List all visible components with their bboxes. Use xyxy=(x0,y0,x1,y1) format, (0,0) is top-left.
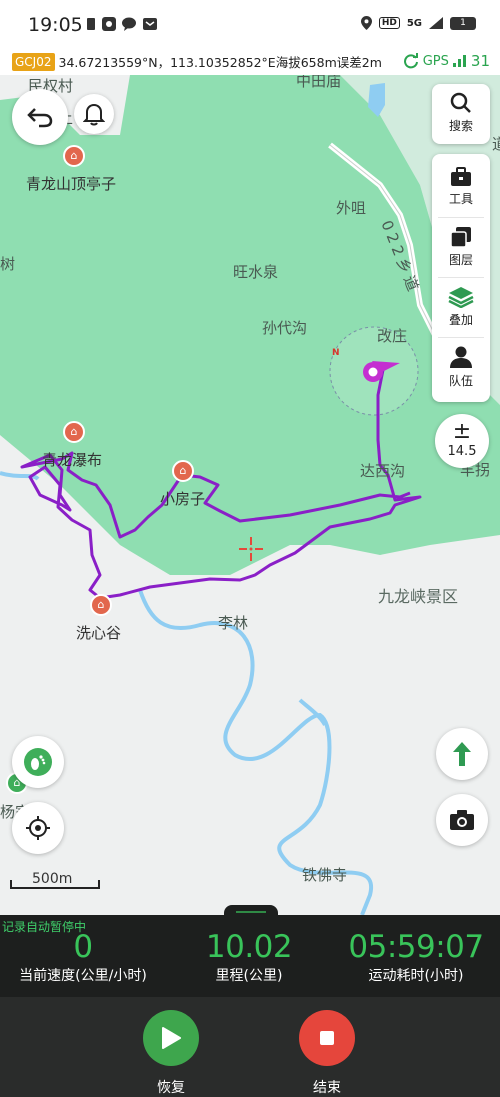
footprint-icon xyxy=(24,748,52,776)
notification-button[interactable] xyxy=(74,94,114,134)
finish-label: 结束 xyxy=(313,1080,341,1096)
signal-icon xyxy=(429,17,443,29)
layers-label: 图层 xyxy=(448,253,473,267)
arrow-up-icon xyxy=(453,742,471,766)
layers-icon xyxy=(450,227,471,248)
satellite-count: 31 xyxy=(470,52,490,70)
distance-value: 10.02 xyxy=(205,929,293,965)
duration-label: 运动耗时(小时) xyxy=(368,968,464,984)
label-qinglongpubu: 青龙瀑布 xyxy=(42,451,103,469)
label-dazhougou: 达西沟 xyxy=(360,462,406,480)
gps-signal-icon xyxy=(452,55,466,67)
speed-value: 0 xyxy=(73,929,93,965)
tools-label: 工具 xyxy=(448,192,473,206)
svg-text:N: N xyxy=(332,348,340,358)
label-zhongdian: 中田庙 xyxy=(296,75,342,90)
speed-stat: 0 当前速度(公里/小时) xyxy=(0,929,166,985)
app-notification-icon xyxy=(102,17,116,31)
toolbox-icon xyxy=(451,167,471,186)
back-button[interactable] xyxy=(12,89,68,145)
bell-icon xyxy=(83,103,105,126)
gps-coordinates: 34.67213559°N，113.10352852°E海拔658m误差2m xyxy=(58,55,382,70)
label-shu: 树 xyxy=(0,255,16,273)
locate-icon xyxy=(26,816,50,840)
gps-status: GPS 31 xyxy=(403,52,490,70)
sim-icon xyxy=(87,18,95,30)
label-qinglongshan: 青龙山顶亭子 xyxy=(26,175,117,193)
network-label: 5G xyxy=(406,17,422,29)
zoom-level-button[interactable]: ± 14.5 xyxy=(435,414,489,468)
team-button[interactable]: 队伍 xyxy=(432,338,490,396)
label-waiju: 外咀 xyxy=(336,199,367,217)
duration-stat: 05:59:07 运动耗时(小时) xyxy=(332,929,500,985)
distance-label: 里程(公里) xyxy=(215,968,283,984)
search-button[interactable]: 搜索 xyxy=(432,84,490,142)
label-lilin: 李林 xyxy=(218,614,249,632)
overlay-stack-icon xyxy=(448,287,474,308)
zoom-level: 14.5 xyxy=(447,444,477,459)
label-xiaofangzi: 小房子 xyxy=(160,490,206,508)
coord-system-tag: GCJ02 xyxy=(12,52,55,71)
record-controls: 恢复 结束 xyxy=(0,997,500,1097)
search-panel[interactable]: 搜索 xyxy=(432,84,490,144)
team-label: 队伍 xyxy=(448,374,473,388)
camera-button[interactable] xyxy=(436,794,488,846)
label-xixingu: 洗心谷 xyxy=(76,624,122,642)
house-poi-icon[interactable]: ⌂ xyxy=(172,460,194,482)
label-sundaigou: 孙代沟 xyxy=(262,319,308,337)
label-jiulongxia: 九龙峡景区 xyxy=(378,587,459,606)
gps-info-bar: GCJ02 34.67213559°N，113.10352852°E海拔658m… xyxy=(0,48,500,75)
waterfall-poi-icon[interactable]: ⌂ xyxy=(63,421,85,443)
footprint-button[interactable] xyxy=(12,736,64,788)
label-gaizhuang: 改庄 xyxy=(377,327,408,345)
stats-panel: 记录自动暂停中 0 当前速度(公里/小时) 10.02 里程(公里) 05:59… xyxy=(0,915,500,997)
team-icon xyxy=(450,346,472,368)
tools-button[interactable]: 工具 xyxy=(432,158,490,216)
stop-icon xyxy=(320,1031,334,1045)
location-icon xyxy=(360,16,372,30)
chat-icon xyxy=(122,17,136,31)
tool-panel: 工具 图层 叠加 队伍 xyxy=(432,154,490,402)
scale-label: 500m xyxy=(32,871,73,887)
status-right: HD 5G 1 xyxy=(360,16,476,30)
overlay-button[interactable]: 叠加 xyxy=(432,278,490,336)
label-tiefosi: 铁佛寺 xyxy=(302,866,348,884)
camera-icon xyxy=(450,810,474,830)
mail-icon xyxy=(143,18,157,30)
overlay-label: 叠加 xyxy=(448,313,473,327)
current-location-icon xyxy=(363,361,400,382)
resume-button[interactable] xyxy=(143,1010,199,1066)
layers-button[interactable]: 图层 xyxy=(432,218,490,276)
label-dao: 道 xyxy=(492,135,500,153)
undo-icon xyxy=(27,108,53,128)
search-label: 搜索 xyxy=(448,119,473,133)
play-icon xyxy=(162,1027,181,1049)
valley-poi-icon[interactable]: ⌂ xyxy=(90,594,112,616)
map-base: N xyxy=(0,75,500,915)
search-icon xyxy=(450,92,471,113)
north-up-button[interactable] xyxy=(436,728,488,780)
crosshair-icon xyxy=(239,537,263,561)
hd-badge: HD xyxy=(378,17,400,29)
distance-stat: 10.02 里程(公里) xyxy=(166,929,332,985)
finish-button[interactable] xyxy=(299,1010,355,1066)
label-wangshuiquan: 旺水泉 xyxy=(233,263,279,281)
speed-label: 当前速度(公里/小时) xyxy=(19,968,147,984)
refresh-icon xyxy=(403,53,418,69)
resume-label: 恢复 xyxy=(157,1080,185,1096)
locate-button[interactable] xyxy=(12,802,64,854)
pavilion-poi-icon[interactable]: ⌂ xyxy=(63,145,85,167)
status-bar: 19:05 HD 5G 1 xyxy=(0,0,500,48)
map-view[interactable]: N 民权村 上 中田庙 青龙山顶亭子 外咀 树 旺水泉 孙代沟 改庄 道 022… xyxy=(0,75,500,915)
zoom-plus-icon: ± xyxy=(452,419,472,444)
battery-indicator: 1 xyxy=(450,16,476,30)
gps-label: GPS xyxy=(422,53,449,69)
duration-value: 05:59:07 xyxy=(348,929,484,965)
status-time: 19:05 xyxy=(28,14,83,36)
